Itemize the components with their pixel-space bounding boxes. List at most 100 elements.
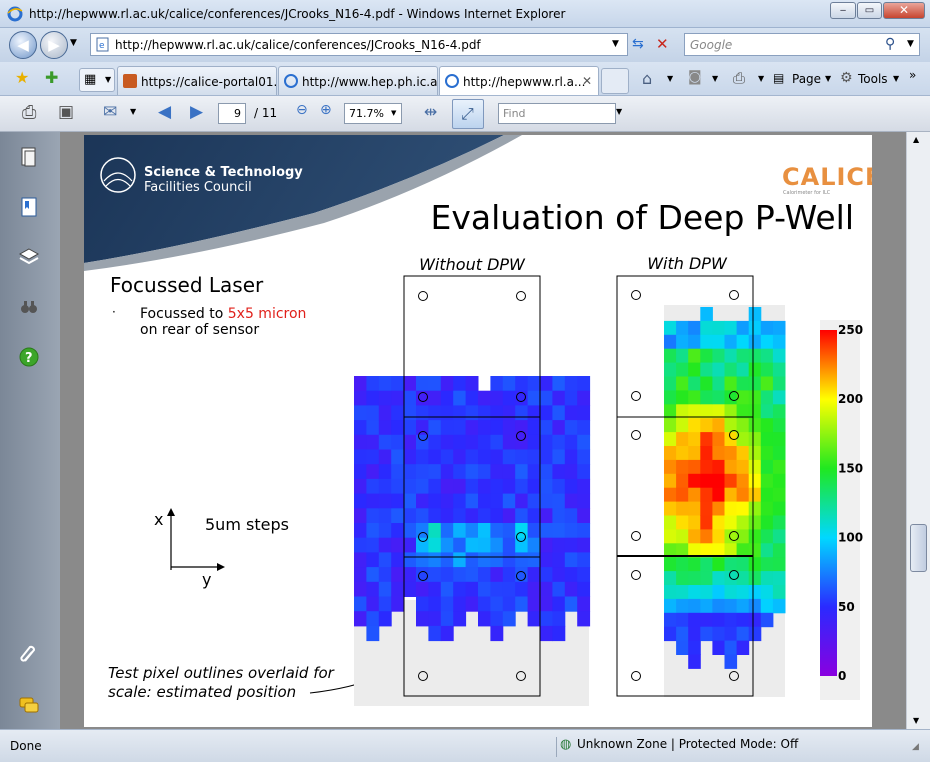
search-icon[interactable]: ⚲: [885, 36, 895, 52]
new-tab-button[interactable]: [601, 68, 629, 94]
heatmap-cell: [502, 493, 516, 509]
feeds-icon[interactable]: ◙: [688, 69, 702, 85]
heatmap-cell: [676, 487, 689, 503]
heatmap-cell: [490, 537, 504, 553]
forward-button[interactable]: ▶: [40, 31, 68, 59]
heatmap-cell: [760, 432, 774, 447]
heatmap-cell: [378, 390, 392, 406]
heatmap-cell: [453, 376, 467, 392]
heatmap-cell: [540, 523, 553, 539]
heatmap-cell: [465, 581, 479, 597]
heatmap-cell: [378, 478, 392, 495]
heatmap-cell: [700, 626, 713, 642]
tab-hep-ic[interactable]: http://www.hep.ph.ic.a...: [278, 66, 438, 95]
heatmap-cell: [540, 537, 553, 553]
fit-width-icon[interactable]: ⇹: [424, 102, 437, 124]
map-right-title: With DPW: [647, 254, 728, 273]
heatmap-cell: [712, 529, 725, 544]
vertical-scrollbar[interactable]: ▲ ▼: [906, 132, 930, 729]
note-line2: scale: estimated position: [108, 683, 296, 701]
close-window-button[interactable]: ✕: [883, 2, 925, 19]
heatmap-cell: [416, 508, 429, 524]
heatmap-cell: [366, 567, 380, 583]
tools-menu[interactable]: Tools: [858, 72, 888, 86]
heatmap-cell: [416, 552, 429, 568]
scroll-up-icon[interactable]: ▲: [913, 135, 919, 144]
find-input[interactable]: Find: [498, 103, 616, 124]
heatmap-cell: [453, 405, 467, 421]
feeds-dropdown-icon[interactable]: ▼: [712, 74, 718, 83]
tab-hepwww-rl[interactable]: http://hepwww.rl.a... ✕: [439, 66, 599, 95]
address-bar[interactable]: e http://hepwww.rl.ac.uk/calice/conferen…: [90, 33, 628, 56]
security-zone[interactable]: ◍ Unknown Zone | Protected Mode: Off: [556, 737, 798, 757]
refresh-icon[interactable]: ⇆: [632, 36, 644, 52]
heatmap-cell: [428, 493, 442, 509]
print-icon[interactable]: ⎙: [733, 69, 745, 87]
chevron-more-icon[interactable]: »: [909, 68, 916, 82]
resize-grip-icon[interactable]: ◢: [912, 742, 919, 752]
page-menu-dropdown-icon[interactable]: ▼: [825, 74, 831, 83]
heatmap-cell: [724, 640, 738, 655]
tab-calice-portal[interactable]: https://calice-portal01....: [117, 66, 277, 95]
scrollbar-thumb[interactable]: [910, 524, 927, 572]
heatmap-cell: [391, 596, 405, 612]
pixel-marker: [631, 430, 641, 440]
find-dropdown-icon[interactable]: ▼: [616, 107, 622, 129]
search-box[interactable]: Google ⚲ ▼: [684, 33, 920, 56]
heatmap-cell: [664, 487, 677, 503]
bookmarks-icon[interactable]: [18, 196, 40, 218]
pages-icon[interactable]: [18, 146, 40, 168]
attachments-paperclip-icon[interactable]: [18, 644, 40, 666]
home-icon[interactable]: ⌂: [642, 69, 652, 88]
fit-page-button[interactable]: ⤢: [452, 99, 484, 129]
heatmap-cell: [416, 464, 429, 480]
heatmap-cell: [391, 449, 405, 465]
minimize-button[interactable]: ‒: [830, 2, 856, 19]
help-icon[interactable]: ?: [18, 346, 40, 368]
tools-dropdown-icon[interactable]: ▼: [893, 74, 899, 83]
heatmap-cell: [712, 362, 725, 377]
search-dropdown-icon[interactable]: ▼: [907, 39, 914, 49]
comments-icon[interactable]: [18, 694, 40, 716]
pdf-save-icon[interactable]: ▣: [58, 102, 74, 124]
print-dropdown-icon[interactable]: ▼: [758, 74, 764, 83]
favorites-star-icon[interactable]: ★: [15, 68, 29, 87]
home-dropdown-icon[interactable]: ▼: [667, 74, 673, 83]
layers-icon[interactable]: [18, 246, 40, 268]
heatmap-cell: [354, 523, 367, 539]
heatmap-cell: [453, 420, 467, 436]
heatmap-cell: [712, 334, 725, 350]
heatmap-cell: [552, 420, 566, 436]
add-favorites-icon[interactable]: ✚: [45, 68, 58, 87]
stop-icon[interactable]: ✕: [656, 35, 669, 53]
zoom-in-icon[interactable]: ⊕: [320, 102, 332, 124]
zoom-select[interactable]: 71.7% ▼: [344, 103, 402, 124]
binoculars-icon[interactable]: [18, 296, 40, 318]
favicon-icon: [123, 74, 137, 88]
heatmap-cell: [564, 478, 578, 495]
scroll-down-icon[interactable]: ▼: [913, 716, 919, 725]
page-menu[interactable]: Page: [792, 72, 821, 86]
heatmap-cell: [527, 493, 541, 509]
back-button[interactable]: ◀: [9, 31, 37, 59]
heatmap-cell: [453, 449, 467, 465]
heatmap-cell: [688, 390, 701, 405]
quick-tabs-button[interactable]: ▦ ▼: [79, 68, 115, 92]
heatmap-cell: [502, 581, 516, 597]
next-page-icon[interactable]: ▶: [190, 102, 203, 124]
recent-pages-dropdown-icon[interactable]: ▼: [70, 38, 77, 48]
page-number-input[interactable]: 9: [218, 103, 246, 124]
pdf-email-dropdown-icon[interactable]: ▼: [130, 107, 136, 129]
bullet-text-line2: on rear of sensor: [140, 322, 259, 338]
heatmap-cell: [577, 478, 591, 495]
heatmap-cell: [748, 307, 762, 322]
maximize-button[interactable]: ▭: [857, 2, 882, 19]
pdf-print-icon[interactable]: ⎙: [22, 102, 36, 124]
previous-page-icon[interactable]: ◀: [158, 102, 171, 124]
zoom-out-icon[interactable]: ⊖: [296, 102, 308, 124]
close-tab-icon[interactable]: ✕: [582, 74, 592, 88]
pdf-email-icon[interactable]: ✉: [103, 102, 117, 124]
heatmap-cell: [440, 405, 454, 421]
address-dropdown-icon[interactable]: ▼: [612, 39, 619, 49]
heatmap-cell: [416, 493, 429, 509]
